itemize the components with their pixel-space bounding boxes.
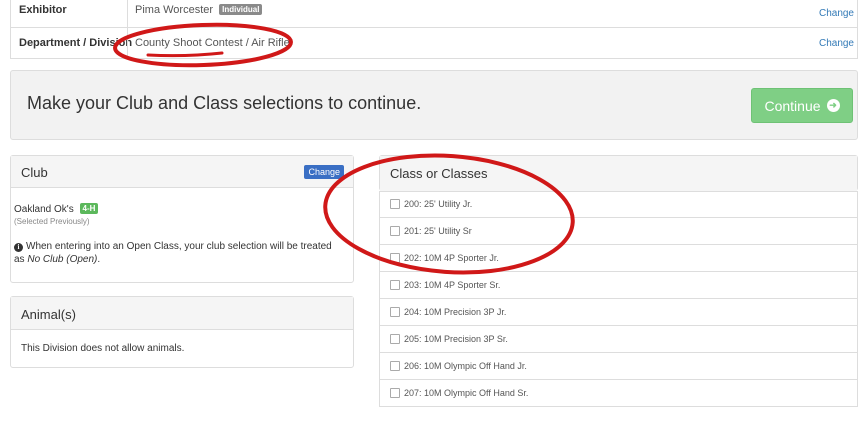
- division-value: County Shoot Contest / Air Rifle: [135, 37, 290, 49]
- department-name: County Shoot Contest: [135, 37, 243, 49]
- selected-previously-note: (Selected Previously): [14, 217, 90, 226]
- class-option-row[interactable]: 202: 10M 4P Sporter Jr.: [379, 245, 858, 272]
- classes-panel: Class or Classes: [379, 155, 858, 192]
- class-option-row[interactable]: 200: 25' Utility Jr.: [379, 191, 858, 218]
- division-change-link[interactable]: Change: [819, 38, 854, 49]
- club-panel-header: Club Change: [11, 156, 353, 188]
- class-option-row[interactable]: 207: 10M Olympic Off Hand Sr.: [379, 380, 858, 407]
- class-option-label: 200: 25' Utility Jr.: [404, 199, 473, 209]
- selection-prompt: Make your Club and Class selections to c…: [10, 70, 858, 140]
- info-text-emphasis: No Club (Open): [27, 254, 98, 265]
- info-text-end: .: [97, 254, 101, 265]
- exhibitor-row: Exhibitor Pima Worcester Individual Chan…: [10, 0, 858, 28]
- club-panel: Club Change Oakland Ok's 4-H (Selected P…: [10, 155, 354, 283]
- exhibitor-value: Pima Worcester Individual: [135, 4, 263, 16]
- class-option-label: 201: 25' Utility Sr: [404, 226, 472, 236]
- individual-badge: Individual: [219, 4, 263, 15]
- class-option-label: 205: 10M Precision 3P Sr.: [404, 334, 508, 344]
- continue-button[interactable]: Continue ➜: [751, 88, 853, 123]
- club-panel-title: Club: [21, 165, 48, 180]
- animals-panel-title: Animal(s): [21, 307, 76, 322]
- exhibitor-label: Exhibitor: [19, 4, 67, 16]
- classes-panel-title: Class or Classes: [390, 166, 488, 181]
- class-option-label: 204: 10M Precision 3P Jr.: [404, 307, 507, 317]
- animals-panel: Animal(s) This Division does not allow a…: [10, 296, 354, 368]
- class-checkbox[interactable]: [390, 361, 400, 371]
- class-checkbox[interactable]: [390, 280, 400, 290]
- row-divider: [127, 28, 128, 58]
- class-option-row[interactable]: 206: 10M Olympic Off Hand Jr.: [379, 353, 858, 380]
- class-option-row[interactable]: 205: 10M Precision 3P Sr.: [379, 326, 858, 353]
- class-checkbox[interactable]: [390, 307, 400, 317]
- continue-label: Continue: [764, 97, 821, 114]
- class-checkbox[interactable]: [390, 199, 400, 209]
- class-option-label: 203: 10M 4P Sporter Sr.: [404, 280, 501, 290]
- class-checkbox[interactable]: [390, 226, 400, 236]
- club-selection: Oakland Ok's 4-H: [14, 203, 99, 215]
- division-label: Department / Division: [19, 37, 133, 49]
- club-4h-badge: 4-H: [79, 203, 99, 214]
- path-separator: /: [245, 37, 249, 49]
- class-option-row[interactable]: 204: 10M Precision 3P Jr.: [379, 299, 858, 326]
- row-divider: [127, 0, 128, 27]
- classes-panel-header: Class or Classes: [380, 156, 857, 192]
- class-option-label: 202: 10M 4P Sporter Jr.: [404, 253, 499, 263]
- class-option-row[interactable]: 201: 25' Utility Sr: [379, 218, 858, 245]
- club-change-button[interactable]: Change: [304, 165, 344, 179]
- exhibitor-name: Pima Worcester: [135, 4, 214, 16]
- animals-message: This Division does not allow animals.: [21, 343, 185, 354]
- class-option-row[interactable]: 203: 10M 4P Sporter Sr.: [379, 272, 858, 299]
- exhibitor-change-link[interactable]: Change: [819, 8, 854, 19]
- class-checkbox[interactable]: [390, 253, 400, 263]
- club-name: Oakland Ok's: [14, 204, 74, 215]
- arrow-right-circle-icon: ➜: [826, 99, 840, 112]
- division-row: Department / Division County Shoot Conte…: [10, 28, 858, 59]
- animals-panel-header: Animal(s): [11, 297, 353, 330]
- info-icon: i: [14, 243, 23, 252]
- prompt-message: Make your Club and Class selections to c…: [27, 93, 422, 113]
- class-option-label: 206: 10M Olympic Off Hand Jr.: [404, 361, 527, 371]
- class-checkbox[interactable]: [390, 388, 400, 398]
- division-name: Air Rifle: [251, 37, 290, 49]
- open-class-info: i When entering into an Open Class, your …: [14, 240, 344, 266]
- class-option-label: 207: 10M Olympic Off Hand Sr.: [404, 388, 529, 398]
- class-checkbox[interactable]: [390, 334, 400, 344]
